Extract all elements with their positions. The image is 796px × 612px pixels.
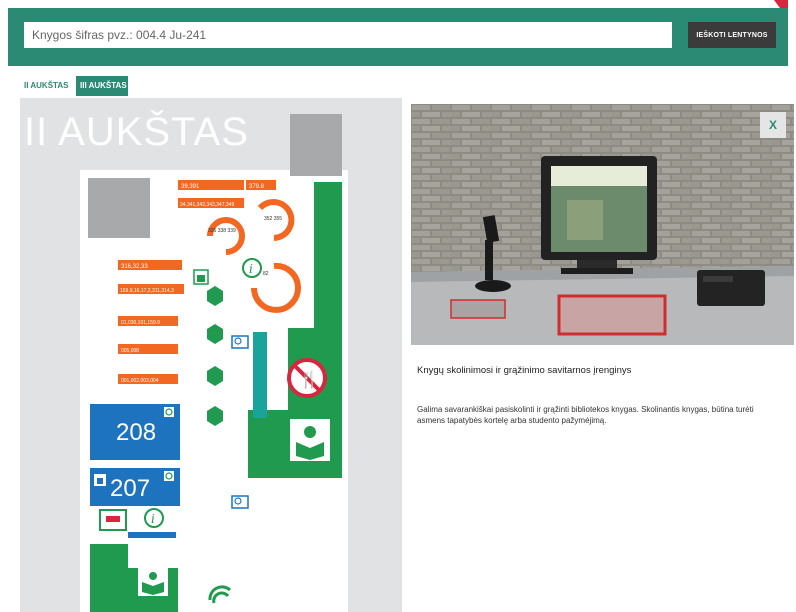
shelf-label-text: 34,341,342,343,347,349 xyxy=(180,202,234,208)
grey-block xyxy=(88,178,150,238)
panel-description: Galima savarankiškai pasiskolinti ir grą… xyxy=(417,405,754,425)
tab-floor-ii[interactable]: II AUKŠTAS xyxy=(20,76,74,96)
floor-map: 🍴 39,391 379.8 34,341,342,343,347,349 31… xyxy=(20,98,402,612)
close-button[interactable]: X xyxy=(760,112,786,138)
kiosk-photo xyxy=(411,104,794,345)
logo-corner-mark xyxy=(774,0,788,8)
map-title: II AUKŠTAS xyxy=(24,110,249,154)
round-shelf-label: 82 xyxy=(263,271,269,277)
shelf-label-text: 379.8 xyxy=(249,184,265,190)
shelf-label-text: 159.9,16,17,2,311,314,3 xyxy=(120,288,174,294)
search-shelf-button[interactable]: IEŠKOTI LENTYNOS xyxy=(688,22,776,48)
catalog-search-icon[interactable] xyxy=(231,495,249,509)
round-shelf-label: 336 338 339 xyxy=(208,228,236,234)
floor-plan: 🍴 39,391 379.8 34,341,342,343,347,349 31… xyxy=(80,114,348,612)
grey-block xyxy=(290,114,342,176)
svg-text:🍴: 🍴 xyxy=(299,370,319,389)
search-bar: IEŠKOTI LENTYNOS xyxy=(8,8,788,66)
shelf-label-text: 005,008 xyxy=(121,348,139,354)
search-input[interactable] xyxy=(24,22,672,48)
room-number: 207 xyxy=(110,475,150,502)
svg-text:i: i xyxy=(249,262,253,276)
tab-floor-iii[interactable]: III AUKŠTAS xyxy=(76,76,128,96)
round-shelf-label: 352 355 xyxy=(264,216,282,222)
self-checkout-kiosk-icon[interactable] xyxy=(231,335,249,349)
svg-text:i: i xyxy=(151,512,155,526)
panel-title: Knygų skolinimosi ir grąžinimo savitarno… xyxy=(417,365,632,376)
shelf-label-text: 39,391 xyxy=(181,184,200,190)
shelf-label-text: 316,32,33 xyxy=(121,264,148,270)
room-number: 208 xyxy=(116,419,156,446)
shelf-label-text: 01,030,101,159.9 xyxy=(121,320,160,326)
teal-strip xyxy=(253,332,267,418)
shelf-label-text: 001,002,003,004 xyxy=(121,378,159,384)
info-panel: X Knygų skolinimosi ir grąžinimo savitar… xyxy=(411,104,794,612)
